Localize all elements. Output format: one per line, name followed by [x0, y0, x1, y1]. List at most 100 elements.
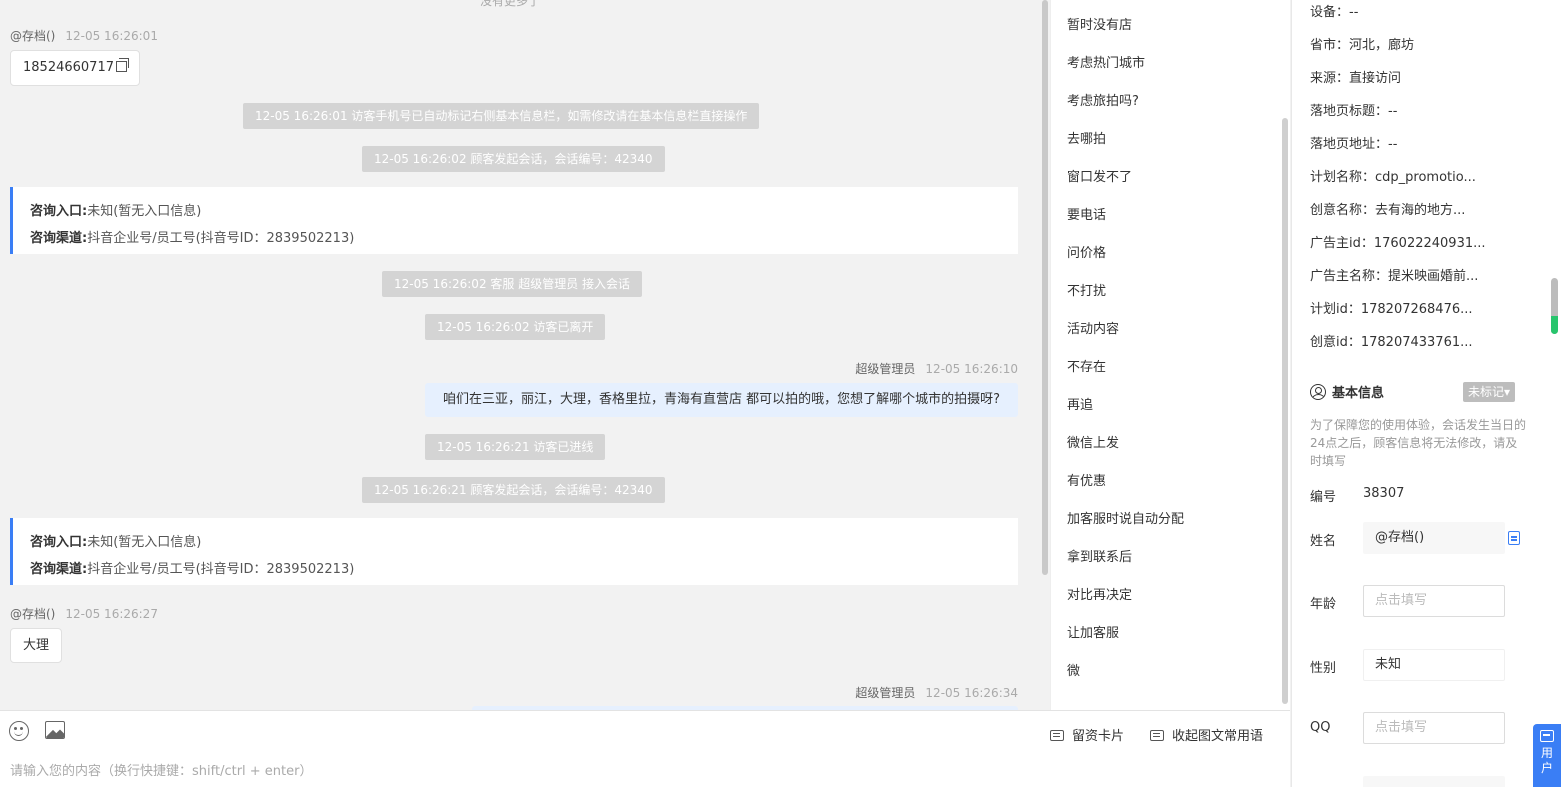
quick-reply-item[interactable]: 微: [1067, 660, 1080, 679]
info-source: 来源：直接访问: [1310, 71, 1402, 86]
sender-name: 超级管理员: [855, 686, 916, 700]
lead-card-label: 留资卡片: [1072, 729, 1125, 744]
user-icon: [1310, 384, 1326, 400]
consult-entry-label: 咨询入口:: [30, 204, 88, 219]
visitor-message: 大理: [10, 628, 63, 663]
quick-reply-item[interactable]: 问价格: [1067, 242, 1106, 261]
qq-label: QQ: [1310, 720, 1331, 735]
system-message: 12-05 16:26:21 访客已进线: [425, 434, 606, 460]
image-upload-icon[interactable]: [45, 721, 65, 739]
info-plan-id: 计划id：178207268476...: [1310, 302, 1473, 317]
list-icon: [1150, 730, 1164, 741]
sender-name: 超级管理员: [855, 362, 916, 376]
quick-reply-item[interactable]: 对比再决定: [1067, 584, 1132, 603]
info-plan-name: 计划名称：cdp_promotio...: [1310, 170, 1476, 185]
sender-name: @存档(): [10, 29, 56, 43]
phone-number: 18524660717: [23, 60, 114, 75]
quick-reply-item[interactable]: 有优惠: [1067, 470, 1106, 489]
collapse-quick-replies-label: 收起图文常用语: [1172, 729, 1264, 744]
id-value: 38307: [1363, 486, 1405, 501]
visitor-message: 18524660717: [10, 50, 140, 86]
message-sender: 超级管理员 12-05 16:26:34: [855, 684, 1018, 701]
system-message: 12-05 16:26:01 访客手机号已自动标记右侧基本信息栏，如需修改请在基…: [243, 103, 760, 129]
system-message: 12-05 16:26:02 访客已离开: [425, 314, 606, 340]
consult-channel-value: 抖音企业号/员工号(抖音号ID：2839502213): [87, 562, 355, 577]
age-field[interactable]: 点击填写: [1363, 585, 1505, 617]
name-field[interactable]: @存档(): [1363, 522, 1505, 554]
consult-entry-value: 未知(暂无入口信息): [87, 204, 202, 219]
basic-info-label: 基本信息: [1332, 386, 1385, 401]
system-message: 12-05 16:26:02 顾客发起会话，会话编号：42340: [362, 146, 665, 172]
info-creative-id: 创意id：178207433761...: [1310, 335, 1473, 350]
info-creative-name: 创意名称：去有海的地方...: [1310, 203, 1466, 218]
gender-label: 性别: [1310, 661, 1337, 676]
system-message: 12-05 16:26:21 顾客发起会话，会话编号：42340: [362, 477, 665, 503]
chat-scrollbar[interactable]: [1042, 0, 1048, 575]
consult-entry-value: 未知(暂无入口信息): [87, 535, 202, 550]
quick-reply-item[interactable]: 再追: [1067, 394, 1093, 413]
message-time: 12-05 16:26:10: [925, 362, 1018, 376]
quick-reply-item[interactable]: 不存在: [1067, 356, 1106, 375]
quick-reply-item[interactable]: 要电话: [1067, 204, 1106, 223]
gender-field[interactable]: 未知: [1363, 649, 1505, 681]
visitor-info-panel: 设备：-- 省市：河北，廊坊 来源：直接访问 落地页标题：-- 落地页地址：--…: [1291, 0, 1561, 787]
sender-name: @存档(): [10, 607, 56, 621]
load-more-hint: 没有更多了: [480, 0, 541, 8]
lead-card-button[interactable]: 留资卡片: [1050, 725, 1124, 744]
agent-message: 咱们在三亚，丽江，大理，香格里拉，青海有直营店 都可以拍的哦，您想了解哪个城市的…: [424, 383, 1018, 417]
card-icon: [1050, 730, 1064, 741]
emoji-icon[interactable]: [9, 721, 29, 741]
quick-replies-panel: 暂时没有店 考虑热门城市 考虑旅拍吗? 去哪拍 窗口发不了 要电话 问价格 不打…: [1050, 0, 1290, 710]
info-landing-title: 落地页标题：--: [1310, 104, 1398, 119]
quick-replies-scrollbar[interactable]: [1282, 118, 1288, 704]
message-sender: @存档() 12-05 16:26:01: [10, 27, 158, 44]
qq-field[interactable]: 点击填写: [1363, 712, 1505, 744]
info-advertiser-id: 广告主id：176022240931...: [1310, 236, 1486, 251]
quick-reply-item[interactable]: 活动内容: [1067, 318, 1119, 337]
user-float-button[interactable]: 用 户: [1533, 724, 1561, 787]
tag-dropdown[interactable]: 未标记▾: [1463, 382, 1516, 402]
quick-reply-item[interactable]: 考虑旅拍吗?: [1067, 90, 1139, 109]
quick-reply-item[interactable]: 加客服时说自动分配: [1067, 508, 1184, 527]
quick-reply-item[interactable]: 考虑热门城市: [1067, 52, 1145, 71]
message-time: 12-05 16:26:01: [65, 29, 158, 43]
info-landing-url: 落地页地址：--: [1310, 137, 1398, 152]
copy-icon[interactable]: [115, 58, 129, 72]
consult-channel-label: 咨询渠道:: [30, 562, 88, 577]
age-label: 年龄: [1310, 597, 1337, 612]
name-label: 姓名: [1310, 534, 1337, 549]
quick-reply-item[interactable]: 窗口发不了: [1067, 166, 1132, 185]
info-province-city: 省市：河北，廊坊: [1310, 38, 1415, 53]
consult-info-card: 咨询入口:未知(暂无入口信息) 咨询渠道:抖音企业号/员工号(抖音号ID：283…: [10, 187, 1018, 254]
consult-info-card: 咨询入口:未知(暂无入口信息) 咨询渠道:抖音企业号/员工号(抖音号ID：283…: [10, 518, 1018, 585]
user-float-label-1: 用: [1540, 746, 1553, 760]
message-time: 12-05 16:26:27: [65, 607, 158, 621]
collapse-quick-replies-button[interactable]: 收起图文常用语: [1150, 725, 1263, 744]
chat-icon: [1540, 730, 1554, 742]
basic-info-title: 基本信息: [1310, 382, 1384, 401]
consult-channel-label: 咨询渠道:: [30, 231, 88, 246]
message-sender: @存档() 12-05 16:26:27: [10, 605, 158, 622]
system-message: 12-05 16:26:02 客服 超级管理员 接入会话: [382, 271, 643, 297]
message-input-area: 留资卡片 收起图文常用语 请输入您的内容（换行快捷键：shift/ctrl + …: [0, 710, 1290, 787]
id-label: 编号: [1310, 490, 1337, 505]
message-time: 12-05 16:26:34: [925, 686, 1018, 700]
user-float-label-2: 户: [1540, 761, 1553, 775]
info-advertiser-name: 广告主名称：提米映画婚前...: [1310, 269, 1479, 284]
consult-channel-value: 抖音企业号/员工号(抖音号ID：2839502213): [87, 231, 355, 246]
message-sender: 超级管理员 12-05 16:26:10: [855, 360, 1018, 377]
quick-reply-item[interactable]: 不打扰: [1067, 280, 1106, 299]
quick-reply-item[interactable]: 让加客服: [1067, 622, 1119, 641]
quick-reply-item[interactable]: 微信上发: [1067, 432, 1119, 451]
copy-document-icon[interactable]: [1508, 531, 1520, 545]
info-panel-scrollbar[interactable]: [1551, 278, 1558, 334]
next-field-partial[interactable]: [1363, 776, 1505, 787]
info-device: 设备：--: [1310, 5, 1359, 20]
quick-reply-item[interactable]: 去哪拍: [1067, 128, 1106, 147]
edit-notice: 为了保障您的使用体验，会话发生当日的24点之后，顾客信息将无法修改，请及时填写: [1310, 418, 1527, 468]
consult-entry-label: 咨询入口:: [30, 535, 88, 550]
quick-reply-item[interactable]: 拿到联系后: [1067, 546, 1132, 565]
chat-panel: 没有更多了 @存档() 12-05 16:26:01 18524660717 12…: [0, 0, 1040, 710]
message-input[interactable]: 请输入您的内容（换行快捷键：shift/ctrl + enter）: [10, 760, 313, 779]
quick-reply-item[interactable]: 暂时没有店: [1067, 14, 1132, 33]
